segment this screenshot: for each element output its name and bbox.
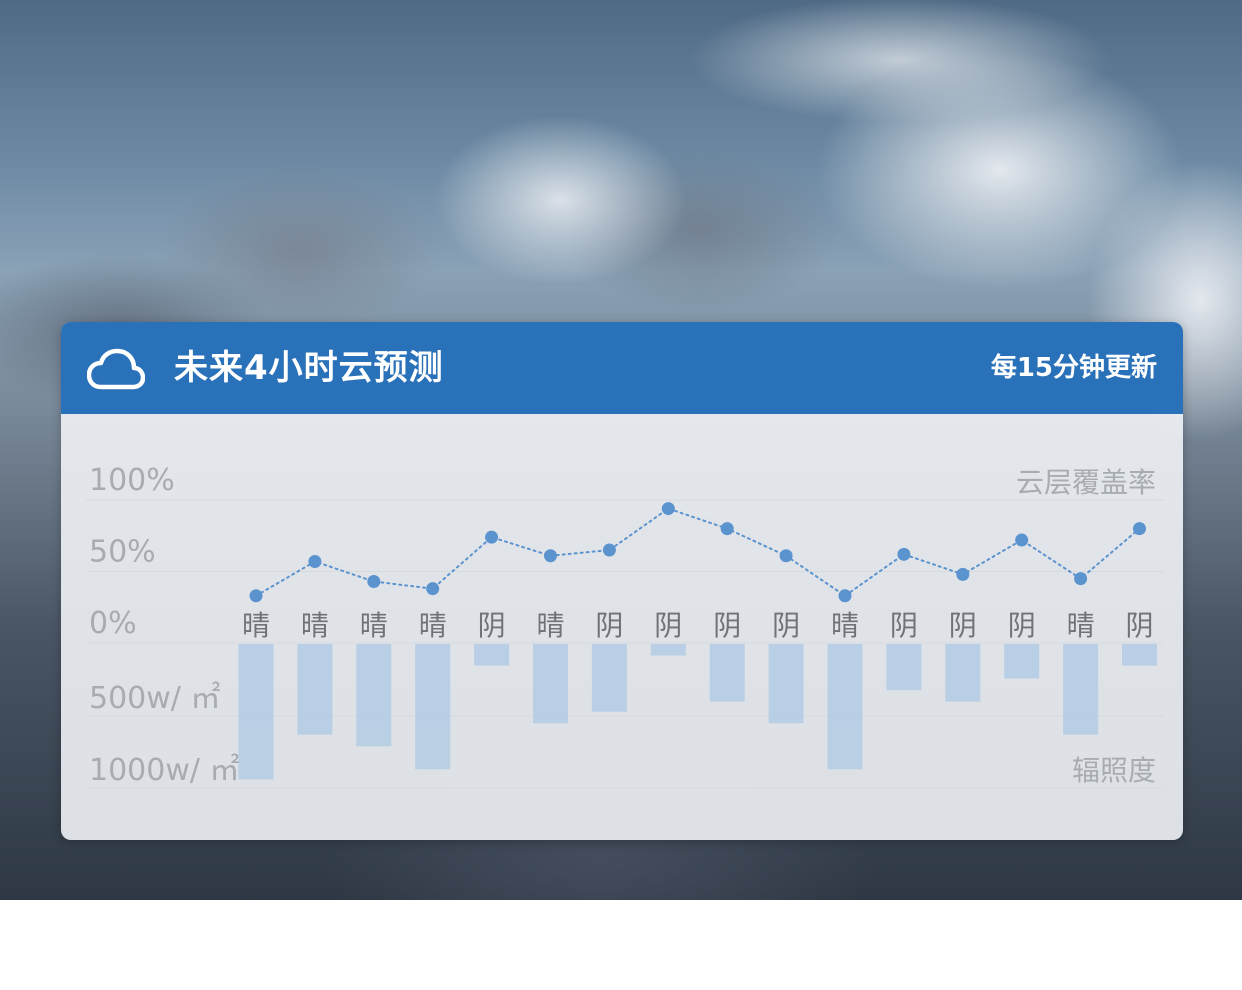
cloud-cover-point: [1074, 572, 1088, 586]
cloud-cover-point: [367, 575, 381, 589]
weather-category-label: 阴: [949, 609, 977, 642]
cloud-cover-point: [1015, 533, 1029, 547]
irradiance-bar: [297, 644, 333, 735]
irradiance-tick-label: 500w/ ㎡: [89, 681, 220, 716]
irradiance-bar: [1122, 644, 1157, 666]
weather-category-label: 晴: [831, 609, 859, 642]
weather-category-label: 阴: [654, 609, 682, 642]
cloud-cover-point: [1133, 522, 1146, 536]
cloud-cover-point: [426, 582, 440, 596]
irradiance-bar: [886, 644, 922, 691]
weather-category-label: 晴: [301, 609, 329, 642]
cloud-cover-point: [897, 547, 911, 561]
cloud-cover-tick-label: 50%: [89, 535, 156, 570]
weather-category-label: 晴: [419, 609, 447, 642]
irradiance-bar: [415, 644, 451, 770]
cloud-cover-point: [308, 554, 322, 568]
irradiance-bar: [709, 644, 745, 702]
weather-category-label: 晴: [536, 609, 564, 642]
weather-category-label: 晴: [1067, 609, 1095, 642]
irradiance-bar: [238, 644, 274, 780]
cloud-cover-point: [544, 549, 557, 563]
cloud-cover-tick-label: 0%: [89, 606, 137, 641]
cloud-cover-point: [720, 522, 734, 536]
cloud-cover-point: [485, 530, 499, 544]
cloud-cover-tick-label: 100%: [89, 463, 175, 498]
cloud-cover-point: [249, 589, 263, 603]
irradiance-tick-label: 1000w/ ㎡: [89, 753, 240, 788]
weather-category-label: 阴: [713, 609, 741, 642]
irradiance-bar: [768, 644, 804, 724]
cloud-cover-point: [661, 502, 675, 516]
cloud-forecast-card: 未来4小时云预测 每15分钟更新 100% 50% 0% 500w/ ㎡ 1000w/ …: [61, 322, 1183, 840]
cloud-cover-axis-label: 云层覆盖率: [1016, 466, 1156, 499]
irradiance-bar: [945, 644, 981, 702]
irradiance-axis-label: 辐照度: [1072, 754, 1156, 787]
irradiance-bar: [1063, 644, 1099, 735]
cloud-cover-point: [779, 549, 793, 563]
irradiance-bar: [650, 644, 686, 656]
irradiance-bar: [533, 644, 568, 724]
irradiance-bar: [591, 644, 627, 712]
weather-category-label: 晴: [360, 609, 388, 642]
weather-category-label: 阴: [1125, 609, 1153, 642]
irradiance-bar: [827, 644, 863, 770]
cloud-cover-point: [838, 589, 852, 603]
irradiance-bar: [356, 644, 392, 747]
irradiance-bar: [474, 644, 510, 666]
weather-category-label: 阴: [890, 609, 918, 642]
cloud-cover-line: [255, 507, 1141, 598]
irradiance-bar: [1004, 644, 1040, 679]
cloud-irradiance-chart: 100%50%0%500w/ ㎡1000w/ ㎡云层覆盖率辐照度晴晴晴晴阴晴阴阴…: [86, 463, 1164, 789]
weather-category-label: 晴: [242, 609, 270, 642]
weather-category-label: 阴: [1008, 609, 1036, 642]
cloud-cover-point: [956, 567, 970, 581]
cloud-cover-point: [602, 543, 616, 557]
weather-category-label: 阴: [595, 609, 623, 642]
weather-category-label: 阴: [772, 609, 800, 642]
weather-category-label: 阴: [478, 609, 506, 642]
